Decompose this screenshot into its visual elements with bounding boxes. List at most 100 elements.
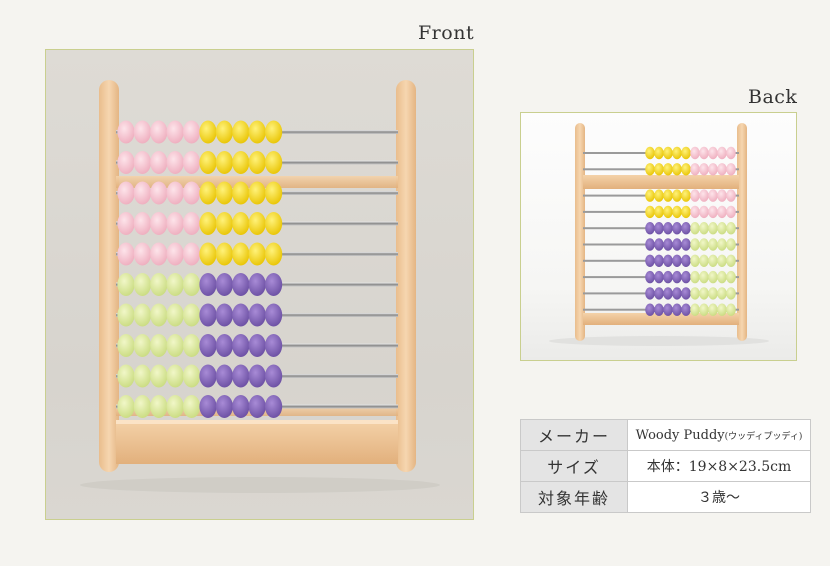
bead <box>117 395 135 418</box>
bead <box>699 254 709 267</box>
bead <box>199 303 217 327</box>
bead <box>232 395 250 418</box>
bead <box>215 151 233 174</box>
bead <box>232 334 250 357</box>
bead <box>708 189 718 202</box>
bead <box>150 395 168 418</box>
bead <box>150 242 168 266</box>
bead <box>681 189 691 202</box>
bead <box>166 364 184 388</box>
bead <box>717 238 727 251</box>
bead <box>690 303 700 316</box>
bead <box>645 254 655 267</box>
bead <box>199 334 217 357</box>
bead <box>681 303 691 316</box>
spec-value-size: 本体：19×8×23.5cm <box>627 450 811 482</box>
bead <box>672 287 682 300</box>
bead <box>183 395 201 418</box>
bead <box>183 364 201 388</box>
bead <box>681 270 691 284</box>
bead <box>645 205 655 219</box>
bead <box>672 205 682 219</box>
bead <box>699 189 709 202</box>
bead <box>663 254 673 267</box>
bead <box>199 242 217 266</box>
bead <box>654 222 664 235</box>
bead <box>717 287 727 300</box>
bead <box>166 212 184 235</box>
bead <box>199 120 217 144</box>
bead <box>265 303 283 327</box>
bead <box>663 146 673 160</box>
bead <box>672 238 682 251</box>
bead <box>663 205 673 219</box>
spec-value-maker: Woody Puddy(ウッディプッディ) <box>627 419 811 451</box>
bead <box>248 273 266 296</box>
bead <box>183 242 201 266</box>
front-abacus-photo <box>45 49 474 520</box>
bead <box>150 364 168 388</box>
bead <box>248 334 266 357</box>
bead <box>663 189 673 202</box>
maker-name: Woody Puddy <box>635 427 725 443</box>
bead <box>215 303 233 327</box>
bead <box>681 163 691 176</box>
bead <box>133 181 151 205</box>
bead <box>133 303 151 327</box>
bead <box>663 163 673 176</box>
bead <box>150 303 168 327</box>
bead <box>199 181 217 205</box>
bead <box>717 189 727 202</box>
bead <box>133 151 151 174</box>
bead <box>232 212 250 235</box>
bead <box>199 273 217 296</box>
bead <box>133 395 151 418</box>
front-rods <box>116 120 398 418</box>
bead <box>690 287 700 300</box>
bead <box>133 242 151 266</box>
bead <box>166 242 184 266</box>
bead <box>690 238 700 251</box>
bead <box>215 395 233 418</box>
bead <box>681 287 691 300</box>
bead <box>708 222 718 235</box>
bead <box>654 238 664 251</box>
bead <box>166 334 184 357</box>
bead <box>117 334 135 357</box>
bead <box>133 273 151 296</box>
bead <box>690 270 700 284</box>
bead <box>232 242 250 266</box>
bead <box>699 270 709 284</box>
bead <box>265 334 283 357</box>
spec-key-maker: メーカー <box>520 419 628 451</box>
bead <box>215 273 233 296</box>
bead <box>215 120 233 144</box>
bead <box>726 254 736 267</box>
spec-key-size: サイズ <box>520 450 628 482</box>
bead <box>645 238 655 251</box>
bead <box>265 120 283 144</box>
bead <box>708 254 718 267</box>
bead <box>199 364 217 388</box>
bead <box>117 120 135 144</box>
back-label: Back <box>748 86 798 108</box>
bead <box>133 364 151 388</box>
bead <box>663 222 673 235</box>
bead <box>248 395 266 418</box>
bead <box>663 270 673 284</box>
bead <box>265 395 283 418</box>
bead <box>215 242 233 266</box>
bead <box>654 163 664 176</box>
bead <box>690 205 700 219</box>
bead <box>708 270 718 284</box>
bead <box>726 287 736 300</box>
bead <box>672 146 682 160</box>
spec-table: メーカー Woody Puddy(ウッディプッディ) サイズ 本体：19×8×2… <box>520 419 811 513</box>
bead <box>663 287 673 300</box>
front-label: Front <box>418 22 475 44</box>
bead <box>681 222 691 235</box>
bead <box>117 303 135 327</box>
bead <box>215 334 233 357</box>
bead <box>248 364 266 388</box>
front-abacus-illustration <box>80 80 440 493</box>
